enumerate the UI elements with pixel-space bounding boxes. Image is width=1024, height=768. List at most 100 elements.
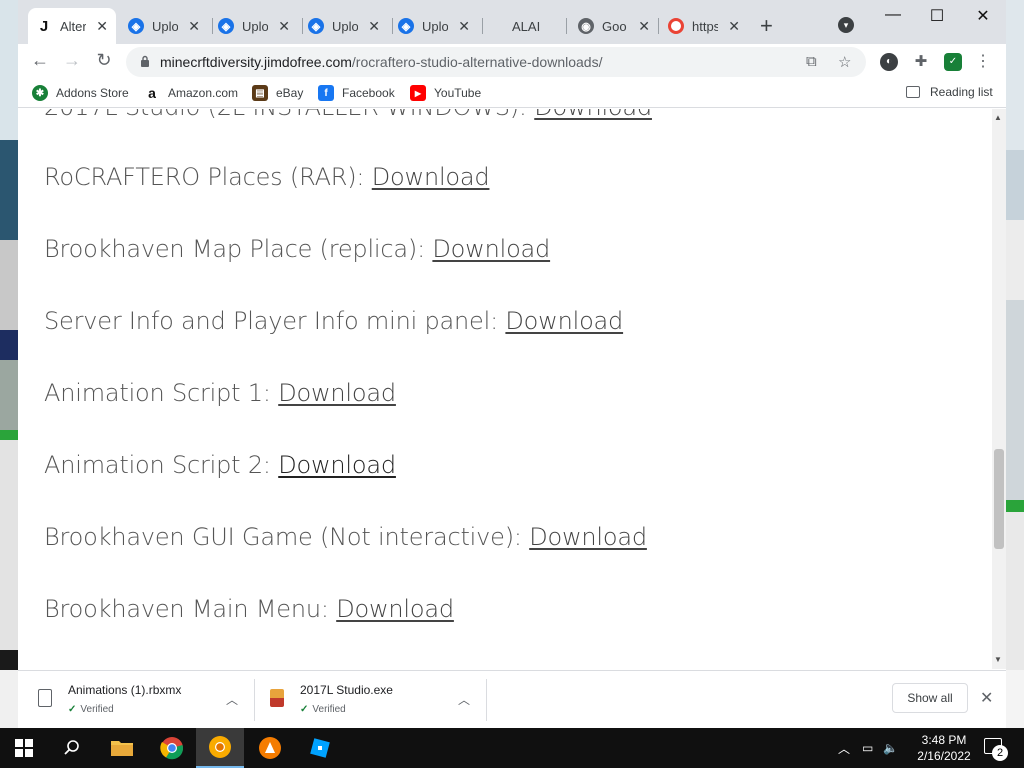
maximize-button[interactable]: ☐ <box>914 6 960 26</box>
taskbar-file-explorer[interactable] <box>98 728 146 768</box>
shelf-separator <box>486 679 487 721</box>
close-tab-icon[interactable]: ✕ <box>278 18 290 35</box>
tab-title: https <box>692 18 719 34</box>
amazon-icon: a <box>148 85 156 101</box>
clock[interactable]: 3:48 PM 2/16/2022 <box>908 732 980 764</box>
new-tab-button[interactable]: + <box>760 13 773 39</box>
bookmark-label: Amazon.com <box>168 86 239 100</box>
forward-arrow-icon[interactable]: → <box>60 50 84 71</box>
tab-active[interactable]: J Alter ✕ <box>28 8 116 44</box>
reading-list-button[interactable]: Reading list <box>906 85 993 99</box>
system-tray: ︿ ▭ 🔈 <box>838 728 898 768</box>
shield-extension-icon[interactable]: ✓ <box>944 53 962 71</box>
background-app-right <box>1006 0 1024 728</box>
scroll-down-arrow-icon[interactable]: ▼ <box>994 655 1002 664</box>
notification-count-badge: 2 <box>992 745 1008 761</box>
roblox-icon: ◈ <box>308 18 324 34</box>
tab[interactable]: ◈ Uplo ✕ <box>300 8 388 44</box>
row-label: RoCRAFTERO Places (RAR): <box>44 163 372 191</box>
network-icon[interactable]: ▭ <box>862 741 873 755</box>
minimize-button[interactable]: — <box>870 6 916 24</box>
close-tab-icon[interactable]: ✕ <box>96 18 108 35</box>
reload-icon[interactable]: ↻ <box>92 50 116 71</box>
url-text[interactable]: minecrftdiversity.jimdofree.com/rocrafte… <box>160 54 602 70</box>
tab-search-icon[interactable]: ▾ <box>838 17 854 33</box>
translate-icon[interactable]: ⧉ <box>806 53 817 70</box>
taskbar-vlc-app[interactable] <box>246 728 294 768</box>
tab-title: Uplo <box>242 18 269 34</box>
download-link[interactable]: Download <box>529 523 647 551</box>
bookmark-ebay[interactable]: ▤ eBay <box>252 85 303 101</box>
facebook-icon: f <box>318 85 334 101</box>
windows-taskbar: ︿ ▭ 🔈 3:48 PM 2/16/2022 2 <box>0 728 1024 768</box>
download-link[interactable]: Download <box>505 307 623 335</box>
bookmark-facebook[interactable]: f Facebook <box>318 85 395 101</box>
back-arrow-icon[interactable]: ← <box>28 50 52 71</box>
bookmark-youtube[interactable]: ▶ YouTube <box>410 85 481 101</box>
start-button[interactable] <box>0 728 48 768</box>
row-label: Animation Script 2: <box>44 451 279 479</box>
tab[interactable]: ◈ Uplo ✕ <box>390 8 478 44</box>
url-host: minecrftdiversity.jimdofree.com <box>160 54 352 70</box>
close-tab-icon[interactable]: ✕ <box>458 18 470 35</box>
page-scrollbar[interactable]: ▲ ▼ <box>992 109 1006 669</box>
url-path: /rocraftero-studio-alternative-downloads… <box>351 54 603 70</box>
file-icon <box>38 689 52 707</box>
close-tab-icon[interactable]: ✕ <box>728 18 740 35</box>
download-link[interactable]: Download <box>372 163 490 191</box>
bookmark-amazon[interactable]: a Amazon.com <box>144 85 238 101</box>
download-link[interactable]: Download <box>432 235 550 263</box>
search-button[interactable] <box>48 728 96 768</box>
download-link[interactable]: Download <box>534 109 652 121</box>
menu-kebab-icon[interactable]: ⋮ <box>974 53 992 71</box>
scrollbar-thumb[interactable] <box>994 449 1004 549</box>
download-link[interactable]: Download <box>278 451 396 479</box>
close-tab-icon[interactable]: ✕ <box>368 18 380 35</box>
row-label: Brookhaven GUI Game (Not interactive): <box>44 523 530 551</box>
youtube-icon: ▶ <box>410 85 426 101</box>
close-tab-icon[interactable]: ✕ <box>188 18 200 35</box>
ebay-icon: ▤ <box>252 85 268 101</box>
bookmark-addons-store[interactable]: ✱ Addons Store <box>32 85 129 101</box>
tab[interactable]: ◈ Uplo ✕ <box>210 8 298 44</box>
download-link[interactable]: Download <box>336 595 454 623</box>
close-shelf-icon[interactable]: ✕ <box>980 688 993 708</box>
download-item[interactable]: 2017L Studio.exe ✓ Verified ︿ <box>270 671 480 729</box>
installer-icon <box>270 689 284 707</box>
jimdo-j-icon: J <box>39 17 49 35</box>
volume-icon[interactable]: 🔈 <box>883 741 898 755</box>
tab-separator <box>658 18 659 34</box>
taskbar-chrome[interactable] <box>148 728 196 768</box>
taskbar-roblox-studio[interactable] <box>296 728 344 768</box>
bookmark-label: YouTube <box>434 86 482 100</box>
verified-check-icon: ✓ <box>68 704 77 715</box>
download-filename: Animations (1).rbxmx <box>68 683 182 697</box>
download-row: Server Info and Player Info mini panel: … <box>44 307 623 335</box>
blank-icon <box>488 18 504 34</box>
scroll-up-arrow-icon[interactable]: ▲ <box>994 113 1002 122</box>
download-row: Animation Script 2: Download <box>44 451 396 479</box>
download-item[interactable]: Animations (1).rbxmx ✓ Verified ︿ <box>38 671 248 729</box>
bookmark-star-icon[interactable]: ☆ <box>838 53 851 71</box>
close-tab-icon[interactable]: ✕ <box>638 18 650 35</box>
tab[interactable]: ◈ Uplo ✕ <box>120 8 208 44</box>
bookmark-label: Facebook <box>342 86 395 100</box>
tab[interactable]: ◉ Goo ✕ <box>570 8 658 44</box>
show-all-button[interactable]: Show all <box>892 683 968 713</box>
chevron-up-icon[interactable]: ︿ <box>838 740 850 757</box>
address-bar[interactable]: minecrftdiversity.jimdofree.com/rocrafte… <box>126 47 866 77</box>
orange-app-icon <box>259 737 281 759</box>
tab[interactable]: ALAI <box>480 8 568 44</box>
folder-icon <box>111 741 133 756</box>
download-link[interactable]: Download <box>278 379 396 407</box>
chevron-up-icon[interactable]: ︿ <box>226 691 238 708</box>
roblox-icon: ◈ <box>128 18 144 34</box>
taskbar-chrome-canary[interactable] <box>196 728 244 768</box>
tab[interactable]: https ✕ <box>660 8 748 44</box>
extensions-puzzle-icon[interactable]: ✚ <box>912 53 930 71</box>
globe-icon: ◉ <box>578 18 594 34</box>
adblock-extension-icon[interactable]: ◐ <box>880 53 898 71</box>
loading-icon <box>668 18 684 34</box>
close-window-button[interactable]: ✕ <box>960 6 1006 26</box>
chevron-up-icon[interactable]: ︿ <box>458 691 470 708</box>
